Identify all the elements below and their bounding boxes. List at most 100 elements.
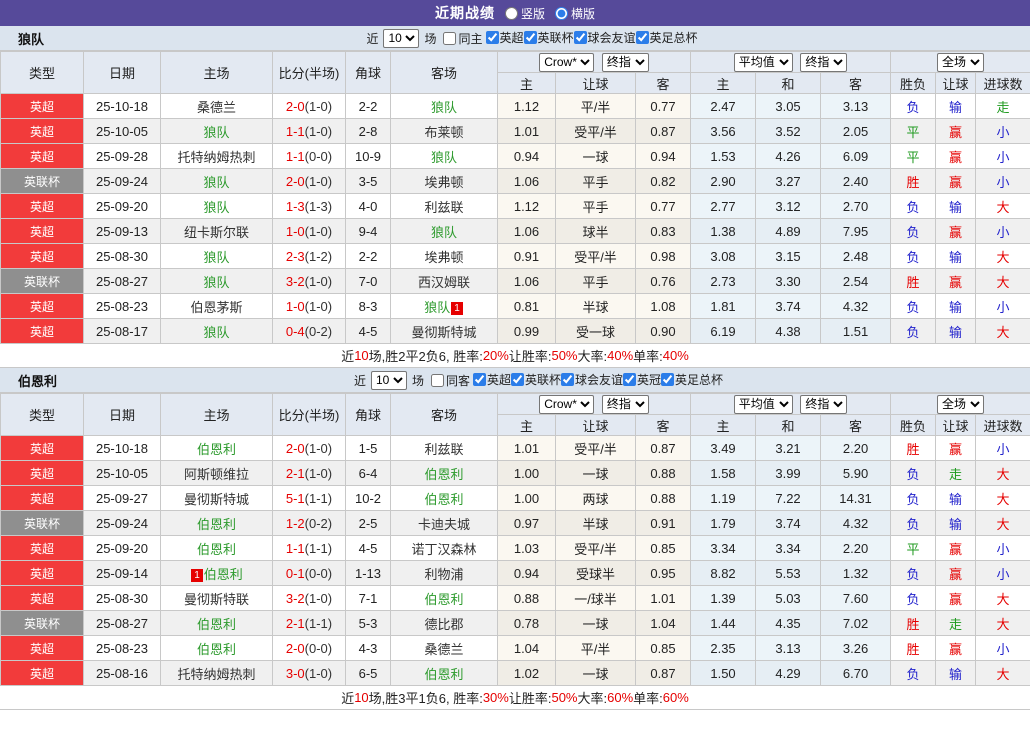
team-link[interactable]: 伯恩利 [197, 442, 236, 457]
team-link[interactable]: 伯恩利 [424, 492, 463, 507]
team-link[interactable]: 曼彻斯特城 [411, 325, 476, 340]
team-link[interactable]: 狼队 [431, 225, 457, 240]
goals-result: 小 [976, 636, 1030, 661]
odds-stage-select[interactable]: 终指 [602, 53, 649, 72]
team-link[interactable]: 狼队 [203, 275, 229, 290]
vertical-layout-radio[interactable] [505, 7, 518, 20]
avg-home: 3.49 [691, 436, 756, 461]
league-filter-option[interactable]: 英冠 [623, 371, 661, 388]
team-link[interactable]: 伯恩利 [424, 592, 463, 607]
team-link[interactable]: 狼队 [203, 125, 229, 140]
match-date: 25-09-13 [84, 219, 161, 244]
league-filter-option[interactable]: 英联杯 [511, 371, 561, 388]
avg-stage-select[interactable]: 终指 [800, 395, 847, 414]
team-link[interactable]: 纽卡斯尔联 [184, 225, 249, 240]
team-link[interactable]: 利兹联 [424, 442, 463, 457]
same-venue-checkbox[interactable] [443, 32, 456, 45]
summary-segment: 50% [551, 690, 577, 705]
league-filter-option[interactable]: 英超 [486, 29, 524, 46]
team-link[interactable]: 曼彻斯特城 [184, 492, 249, 507]
league-filter-option[interactable]: 球会友谊 [574, 29, 636, 46]
team-link[interactable]: 狼队 [203, 200, 229, 215]
league-filter-checkbox[interactable] [636, 31, 649, 44]
away-odds: 0.98 [636, 244, 691, 269]
col-corners: 角球 [346, 394, 391, 436]
team-link[interactable]: 托特纳姆热刺 [177, 667, 255, 682]
outcome-result: 负 [891, 586, 936, 611]
league-filter-option[interactable]: 英超 [473, 371, 511, 388]
league-filter-checkbox[interactable] [574, 31, 587, 44]
outcome-result: 负 [891, 511, 936, 536]
avg-home: 1.53 [691, 144, 756, 169]
same-venue-checkbox[interactable] [431, 374, 444, 387]
team-link[interactable]: 西汉姆联 [418, 275, 470, 290]
league-filter-checkbox[interactable] [486, 31, 499, 44]
league-filter-option[interactable]: 英足总杯 [636, 29, 698, 46]
same-venue-option[interactable]: 同客 [427, 372, 470, 389]
match-row: 英超25-09-13纽卡斯尔联1-0(1-0)9-4狼队1.06球半0.831.… [1, 219, 1030, 244]
avg-company-select[interactable]: 平均值 [734, 53, 793, 72]
league-filter-checkbox[interactable] [524, 31, 537, 44]
team-link[interactable]: 伯恩利 [197, 642, 236, 657]
team-link[interactable]: 狼队 [203, 175, 229, 190]
league-filter-checkbox[interactable] [561, 373, 574, 386]
match-date: 25-08-30 [84, 244, 161, 269]
team-link[interactable]: 狼队 [203, 250, 229, 265]
league-filter-option[interactable]: 英足总杯 [661, 371, 723, 388]
fulltime-score: 1-0 [286, 224, 305, 239]
league-filter-checkbox[interactable] [511, 373, 524, 386]
avg-stage-select[interactable]: 终指 [800, 53, 847, 72]
team-link[interactable]: 伯恩利 [197, 517, 236, 532]
team-link[interactable]: 狼队 [203, 325, 229, 340]
team-link[interactable]: 埃弗顿 [424, 175, 463, 190]
team-link[interactable]: 伯恩利 [197, 617, 236, 632]
horizontal-layout-option[interactable]: 横版 [555, 5, 595, 22]
team-link[interactable]: 伯恩利 [197, 542, 236, 557]
team-link[interactable]: 桑德兰 [424, 642, 463, 657]
away-odds: 0.87 [636, 661, 691, 686]
vertical-layout-option[interactable]: 竖版 [505, 5, 545, 22]
team-link[interactable]: 伯恩茅斯 [190, 300, 242, 315]
team-link[interactable]: 桑德兰 [197, 100, 236, 115]
odds-company-select[interactable]: Crow* [539, 53, 594, 72]
team-link[interactable]: 卡迪夫城 [418, 517, 470, 532]
horizontal-layout-radio[interactable] [555, 7, 568, 20]
home-odds: 0.78 [498, 611, 556, 636]
same-venue-option[interactable]: 同主 [439, 30, 482, 47]
subcol-outcome: 胜负 [891, 415, 936, 436]
league-filter-option[interactable]: 英联杯 [524, 29, 574, 46]
league-filter-checkbox[interactable] [661, 373, 674, 386]
team-link[interactable]: 埃弗顿 [424, 250, 463, 265]
recent-count-select[interactable]: 10 [371, 371, 407, 390]
team-link[interactable]: 利兹联 [424, 200, 463, 215]
avg-company-select[interactable]: 平均值 [734, 395, 793, 414]
scope-select[interactable]: 全场 [937, 395, 984, 414]
team-link[interactable]: 伯恩利 [424, 467, 463, 482]
league-filter-checkbox[interactable] [623, 373, 636, 386]
avg-home: 1.81 [691, 294, 756, 319]
fulltime-score: 1-0 [286, 299, 305, 314]
team-link[interactable]: 狼队 [431, 150, 457, 165]
team-link[interactable]: 阿斯顿维拉 [184, 467, 249, 482]
team-link[interactable]: 曼彻斯特联 [184, 592, 249, 607]
corners-cell: 7-0 [346, 269, 391, 294]
league-filter-checkbox[interactable] [473, 373, 486, 386]
team-link[interactable]: 德比郡 [424, 617, 463, 632]
league-filter-option[interactable]: 球会友谊 [561, 371, 623, 388]
scope-select-group: 全场 [891, 394, 1030, 415]
odds-company-select[interactable]: Crow* [539, 395, 594, 414]
team-link[interactable]: 托特纳姆热刺 [177, 150, 255, 165]
team-link[interactable]: 布莱顿 [424, 125, 463, 140]
odds-stage-select[interactable]: 终指 [602, 395, 649, 414]
halftime-score: (1-0) [305, 124, 332, 139]
team-link[interactable]: 利物浦 [424, 567, 463, 582]
team-link[interactable]: 狼队 [431, 100, 457, 115]
match-row: 英超25-08-16托特纳姆热刺3-0(1-0)6-5伯恩利1.02一球0.87… [1, 661, 1030, 686]
summary-segment: 10 [354, 348, 368, 363]
team-link[interactable]: 伯恩利 [424, 667, 463, 682]
team-link[interactable]: 狼队 [424, 300, 450, 315]
team-link[interactable]: 诺丁汉森林 [411, 542, 476, 557]
recent-count-select[interactable]: 10 [383, 29, 419, 48]
scope-select[interactable]: 全场 [937, 53, 984, 72]
team-link[interactable]: 伯恩利 [204, 567, 243, 582]
